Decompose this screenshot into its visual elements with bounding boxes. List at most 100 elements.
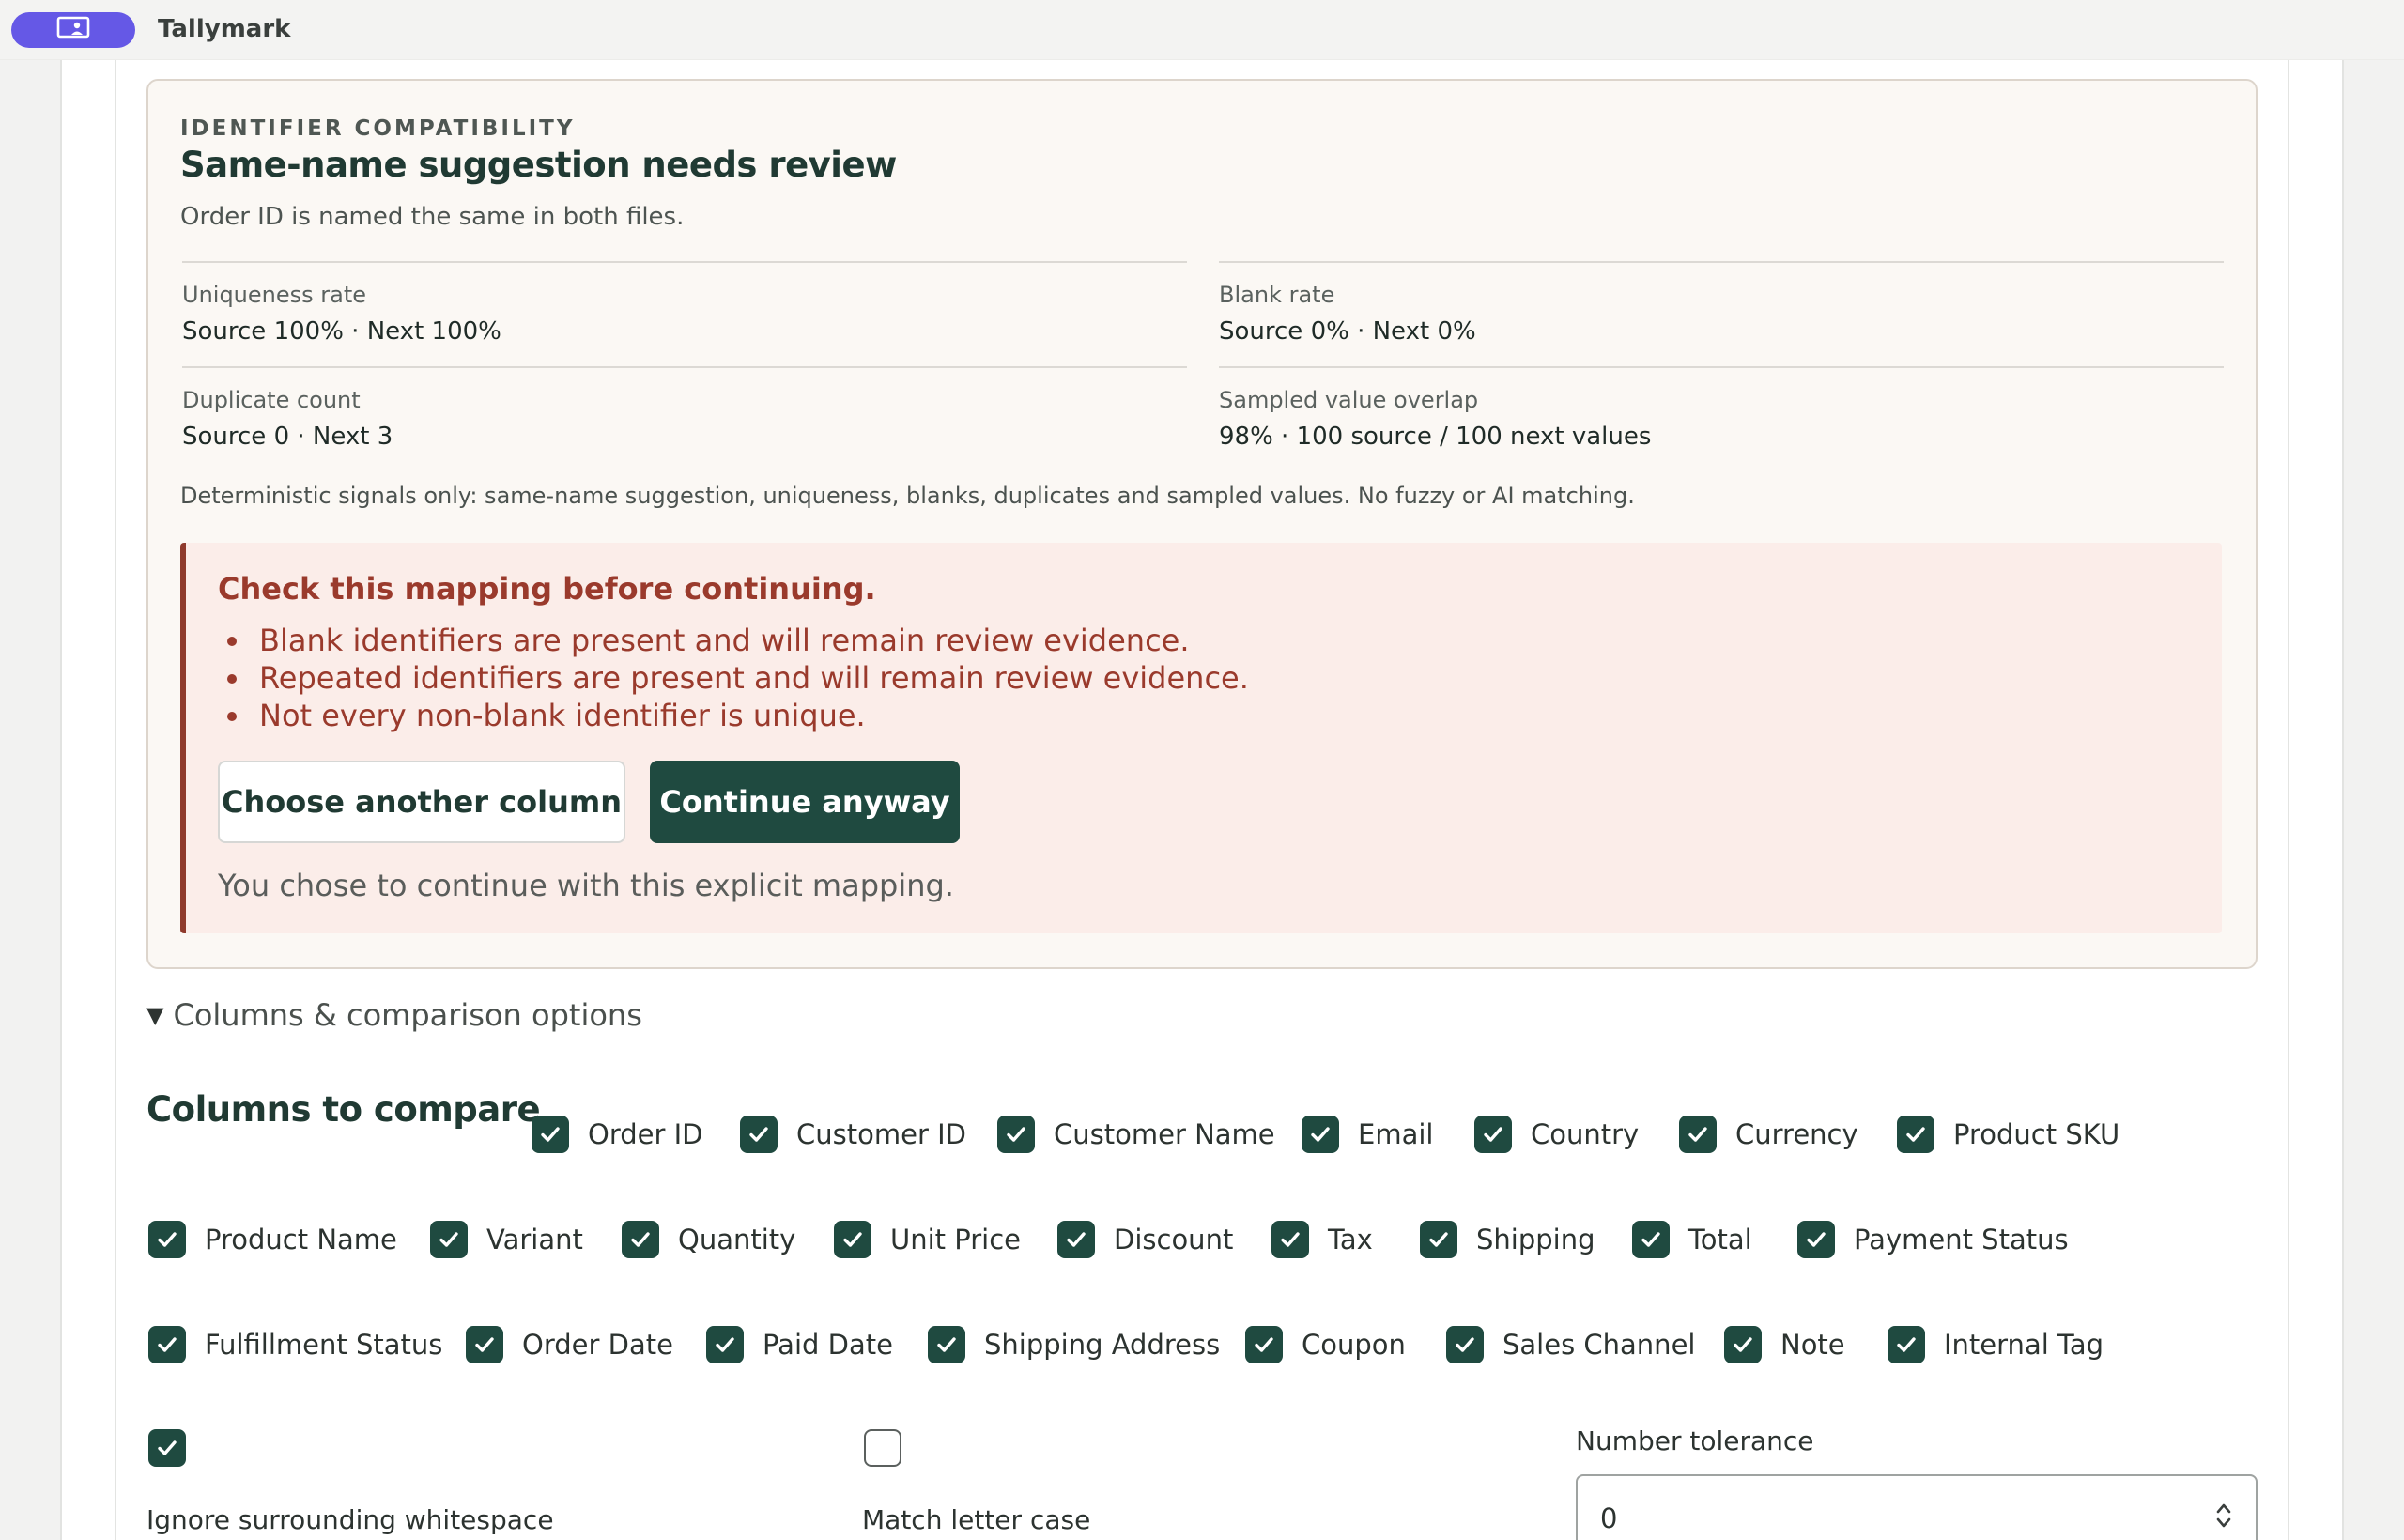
title-bar: Tallymark (0, 0, 2404, 60)
number-tolerance-input[interactable]: 0 (1576, 1474, 2258, 1540)
column-checkbox-label: Discount (1114, 1224, 1234, 1255)
column-checkbox-label: Currency (1735, 1118, 1858, 1150)
column-checkbox[interactable]: Tax (1271, 1219, 1373, 1260)
column-checkbox[interactable]: Coupon (1245, 1324, 1406, 1365)
disclosure-label: Columns & comparison options (173, 997, 642, 1033)
column-checkbox-label: Country (1531, 1118, 1640, 1150)
warning-note: You chose to continue with this explicit… (218, 868, 954, 903)
choose-another-column-button[interactable]: Choose another column (218, 761, 625, 843)
checkbox-checked-icon (1888, 1326, 1925, 1363)
column-checkbox[interactable]: Shipping Address (928, 1324, 1220, 1365)
columns-title: Columns to compare (146, 1089, 541, 1130)
app-title: Tallymark (158, 15, 291, 43)
warning-item-text: Not every non-blank identifier is unique… (259, 698, 866, 733)
column-checkbox[interactable]: Email (1302, 1114, 1433, 1155)
column-checkbox[interactable]: Customer Name (997, 1114, 1275, 1155)
column-checkbox[interactable]: Paid Date (706, 1324, 893, 1365)
column-checkbox-label: Shipping Address (984, 1329, 1221, 1361)
metric-value: Source 0 · Next 3 (182, 423, 393, 451)
column-checkbox-label: Unit Price (890, 1224, 1021, 1255)
bullet-icon (227, 637, 237, 646)
checkbox-checked-icon (148, 1221, 186, 1258)
column-checkbox[interactable]: Variant (430, 1219, 583, 1260)
card-title: Same-name suggestion needs review (180, 145, 897, 185)
checkbox-checked-icon (148, 1429, 186, 1467)
checkbox-checked-icon (1271, 1221, 1309, 1258)
column-checkbox[interactable]: Payment Status (1797, 1219, 2069, 1260)
column-checkbox[interactable]: Quantity (622, 1219, 795, 1260)
column-checkbox[interactable]: Discount (1057, 1219, 1233, 1260)
column-checkbox[interactable]: Sales Channel (1446, 1324, 1695, 1365)
checkbox-checked-icon (532, 1116, 569, 1153)
column-checkbox-label: Email (1358, 1118, 1434, 1150)
column-checkbox-label: Internal Tag (1944, 1329, 2104, 1361)
checkbox-checked-icon (148, 1326, 186, 1363)
checkbox-checked-icon (622, 1221, 659, 1258)
metric-value: Source 100% · Next 100% (182, 317, 501, 346)
column-checkbox[interactable]: Total (1632, 1219, 1752, 1260)
column-checkbox[interactable]: Fulfillment Status (148, 1324, 442, 1365)
checkbox-checked-icon (1474, 1116, 1512, 1153)
checkbox-checked-icon (1302, 1116, 1339, 1153)
warning-item-text: Blank identifiers are present and will r… (259, 623, 1190, 658)
column-checkbox[interactable]: Product Name (148, 1219, 397, 1260)
card-subtitle: Order ID is named the same in both files… (180, 203, 685, 231)
column-checkbox[interactable]: Shipping (1420, 1219, 1595, 1260)
warning-list: Blank identifiers are present and will r… (222, 622, 1249, 734)
column-checkbox[interactable]: Product SKU (1897, 1114, 2119, 1155)
app-switcher-button[interactable] (11, 12, 135, 48)
warning-item-text: Repeated identifiers are present and wil… (259, 660, 1249, 696)
options-disclosure[interactable]: ▼ Columns & comparison options (146, 997, 642, 1033)
number-tolerance-value: 0 (1600, 1502, 1618, 1534)
match-case-checkbox[interactable] (864, 1427, 902, 1469)
column-checkbox-label: Tax (1328, 1224, 1373, 1255)
column-checkbox[interactable]: Internal Tag (1888, 1324, 2104, 1365)
ignore-whitespace-checkbox[interactable] (148, 1427, 186, 1469)
metric-sampled-overlap: Sampled value overlap 98% · 100 source /… (1219, 366, 2224, 451)
checkbox-checked-icon (1797, 1221, 1835, 1258)
checkbox-checked-icon (834, 1221, 871, 1258)
warning-title: Check this mapping before continuing. (218, 571, 876, 607)
checkbox-checked-icon (1057, 1221, 1095, 1258)
column-checkbox-label: Product SKU (1953, 1118, 2120, 1150)
continue-anyway-button[interactable]: Continue anyway (650, 761, 960, 843)
warning-item: Not every non-blank identifier is unique… (222, 697, 1249, 734)
column-checkbox[interactable]: Unit Price (834, 1219, 1021, 1260)
metric-duplicate-count: Duplicate count Source 0 · Next 3 (182, 366, 1187, 451)
column-checkbox-label: Variant (486, 1224, 583, 1255)
stepper-icon[interactable] (2214, 1497, 2233, 1534)
metric-label: Blank rate (1219, 282, 1335, 308)
column-checkbox[interactable]: Customer ID (740, 1114, 966, 1155)
metric-value: Source 0% · Next 0% (1219, 317, 1476, 346)
warning-item: Repeated identifiers are present and wil… (222, 659, 1249, 697)
checkbox-checked-icon (1724, 1326, 1762, 1363)
column-checkbox[interactable]: Country (1474, 1114, 1639, 1155)
checkbox-checked-icon (1679, 1116, 1717, 1153)
column-checkbox-label: Product Name (205, 1224, 397, 1255)
column-checkbox-label: Order Date (522, 1329, 673, 1361)
match-case-label: Match letter case (862, 1504, 1091, 1535)
card-eyebrow: IDENTIFIER COMPATIBILITY (180, 116, 576, 141)
column-checkbox-label: Customer ID (796, 1118, 966, 1150)
metric-uniqueness: Uniqueness rate Source 100% · Next 100% (182, 261, 1187, 346)
checkbox-checked-icon (1897, 1116, 1934, 1153)
checkbox-checked-icon (430, 1221, 468, 1258)
metric-value: 98% · 100 source / 100 next values (1219, 423, 1652, 451)
bullet-icon (227, 712, 237, 721)
column-checkbox[interactable]: Currency (1679, 1114, 1858, 1155)
metric-blank-rate: Blank rate Source 0% · Next 0% (1219, 261, 2224, 346)
column-checkbox-label: Shipping (1476, 1224, 1595, 1255)
column-checkbox-label: Note (1780, 1329, 1845, 1361)
mapping-warning: Check this mapping before continuing. Bl… (180, 543, 2222, 933)
checkbox-checked-icon (928, 1326, 965, 1363)
column-checkbox[interactable]: Order ID (532, 1114, 703, 1155)
checkbox-checked-icon (1420, 1221, 1457, 1258)
presentation-icon (56, 16, 90, 44)
column-checkbox[interactable]: Order Date (466, 1324, 673, 1365)
checkbox-checked-icon (1632, 1221, 1670, 1258)
metric-label: Sampled value overlap (1219, 387, 1479, 413)
ignore-whitespace-label: Ignore surrounding whitespace (146, 1504, 554, 1535)
column-checkbox[interactable]: Note (1724, 1324, 1845, 1365)
checkbox-unchecked-icon (864, 1429, 902, 1467)
column-checkbox-label: Order ID (588, 1118, 703, 1150)
